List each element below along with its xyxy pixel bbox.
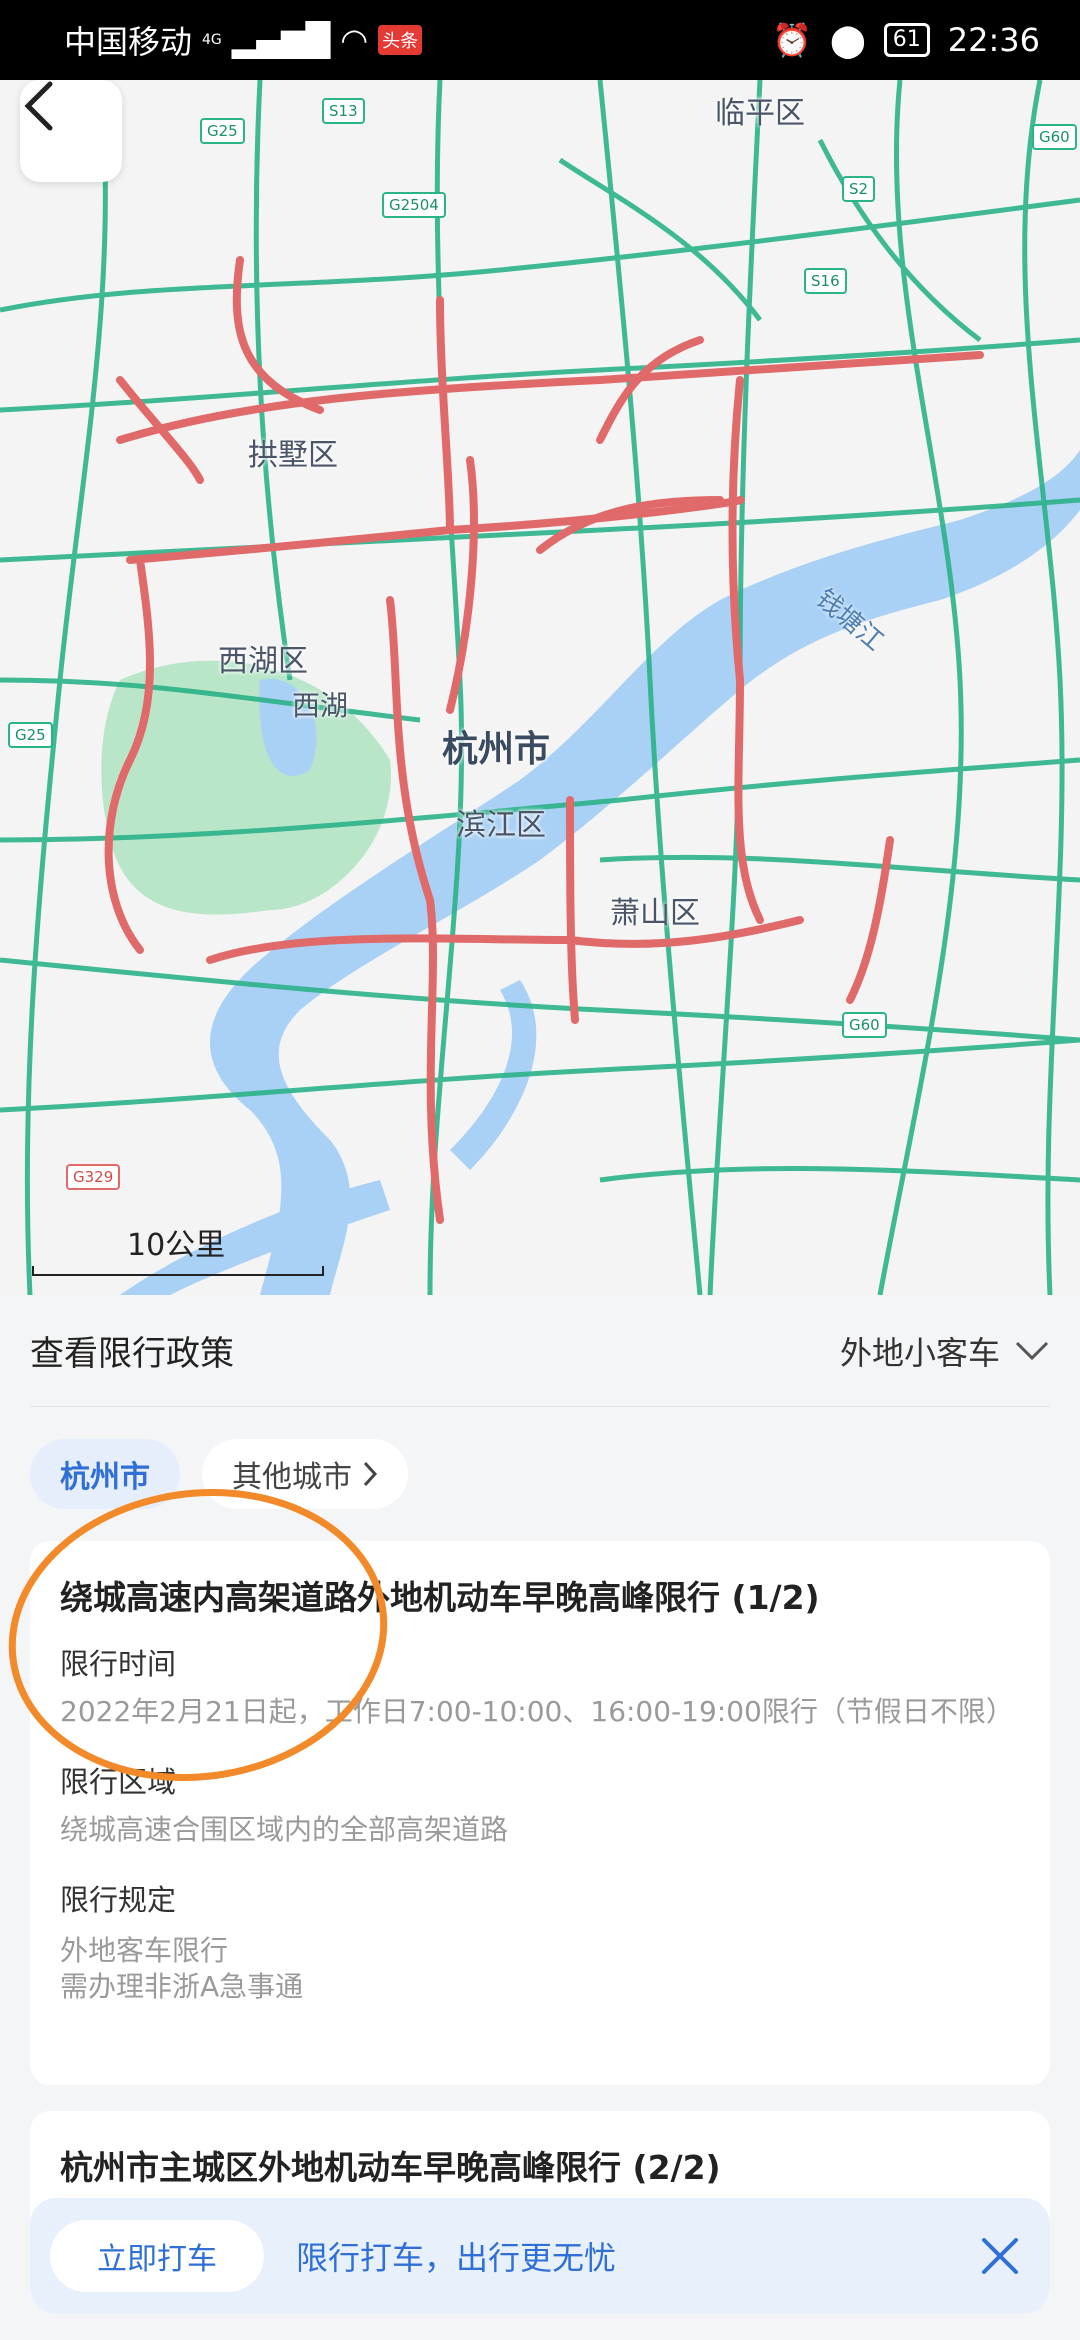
hail-taxi-label: 立即打车: [97, 2242, 217, 2277]
area-label: 限行区域: [60, 1765, 177, 1799]
alarm-icon: ⏰: [772, 21, 812, 59]
restriction-panel: 查看限行政策 外地小客车 杭州市 其他城市 绕城高速内高架道路外地机动车早晚高峰…: [0, 1295, 1080, 2340]
chevron-down-icon: [1015, 1341, 1049, 1360]
district-label: 西湖区: [218, 644, 308, 679]
road-sign: G60: [842, 1012, 887, 1038]
vehicle-type-label: 外地小客车: [839, 1333, 1000, 1372]
app-badge: 头条: [378, 25, 423, 55]
location-icon: ⬤: [829, 21, 866, 59]
tab-label: 杭州市: [60, 1460, 150, 1495]
road-sign: G25: [8, 722, 53, 748]
clock: 22:36: [947, 21, 1040, 59]
chevron-left-icon: [24, 81, 53, 131]
rule-value-1: 外地客车限行: [60, 1934, 229, 1967]
road-sign: S16: [804, 268, 847, 294]
card-title: 杭州市主城区外地机动车早晚高峰限行 (2/2): [60, 2148, 721, 2187]
road-sign: G2504: [382, 192, 446, 218]
area-value: 绕城高速合围区域内的全部高架道路: [60, 1813, 509, 1846]
battery-indicator: 61: [883, 23, 930, 57]
network-label: 4G: [202, 32, 222, 48]
road-sign: S13: [322, 98, 365, 124]
city-label: 杭州市: [442, 729, 551, 770]
hail-taxi-button[interactable]: 立即打车: [50, 2220, 264, 2292]
lake-label: 西湖: [292, 689, 349, 722]
city-tabs: 杭州市 其他城市: [30, 1439, 408, 1509]
panel-header: 查看限行政策 外地小客车: [30, 1295, 1050, 1407]
map-scale: 10公里: [32, 1220, 324, 1276]
close-button[interactable]: [970, 2226, 1030, 2286]
tab-label: 其他城市: [232, 1460, 352, 1495]
district-label: 临平区: [715, 96, 805, 131]
scale-bar: [32, 1266, 324, 1276]
tab-other-cities[interactable]: 其他城市: [202, 1439, 408, 1509]
rule-value-2: 需办理非浙A急事通: [60, 1970, 304, 2003]
district-label: 拱墅区: [248, 438, 338, 473]
banner-text: 限行打车，出行更无忧: [296, 2239, 617, 2277]
status-bar: 中国移动 4G ▂▄▆█ ◠ 头条 ⏰ ⬤ 61 22:36: [0, 0, 1080, 80]
road-sign: G329: [66, 1164, 121, 1190]
card-title: 绕城高速内高架道路外地机动车早晚高峰限行 (1/2): [60, 1578, 820, 1617]
district-label: 滨江区: [456, 808, 546, 843]
map-canvas: [0, 80, 1080, 1295]
time-value: 2022年2月21日起，工作日7:00-10:00、16:00-19:00限行（…: [60, 1695, 1014, 1728]
chevron-right-icon: [363, 1461, 378, 1487]
tab-hangzhou[interactable]: 杭州市: [30, 1439, 180, 1509]
scale-label: 10公里: [127, 1228, 226, 1263]
taxi-banner: 立即打车 限行打车，出行更无忧: [30, 2198, 1050, 2314]
wifi-icon: ◠: [340, 21, 369, 59]
vehicle-type-dropdown[interactable]: 外地小客车: [840, 1328, 1050, 1374]
time-label: 限行时间: [60, 1647, 177, 1681]
road-sign: G25: [200, 118, 245, 144]
traffic-map[interactable]: 临平区 拱墅区 西湖区 西湖 杭州市 滨江区 萧山区 钱塘江 G25 S13 G…: [0, 80, 1080, 1295]
signal-icon: ▂▄▆█: [231, 21, 331, 59]
close-icon: [982, 2238, 1018, 2274]
district-label: 萧山区: [610, 896, 700, 931]
rule-label: 限行规定: [60, 1883, 177, 1917]
carrier-label: 中国移动: [64, 23, 193, 61]
back-button[interactable]: [20, 80, 122, 182]
restriction-card[interactable]: 绕城高速内高架道路外地机动车早晚高峰限行 (1/2) 限行时间 2022年2月2…: [30, 1541, 1050, 2085]
road-sign: S2: [842, 176, 876, 202]
road-sign: G60: [1032, 124, 1077, 150]
panel-title: 查看限行政策: [30, 1334, 234, 1374]
